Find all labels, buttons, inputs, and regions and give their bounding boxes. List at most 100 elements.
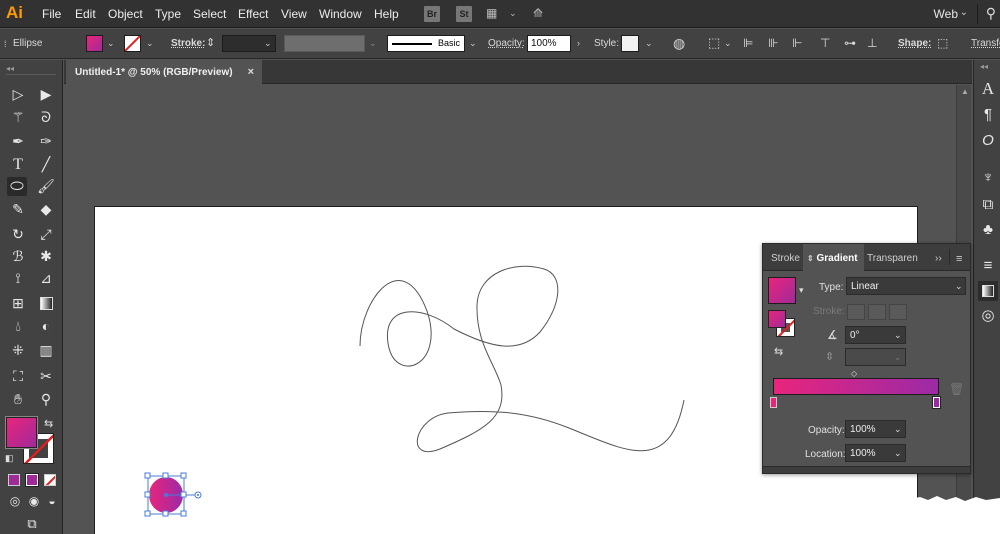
curvature-tool-icon[interactable]: ✑	[36, 132, 56, 151]
lasso-tool-icon[interactable]: ᘐ	[36, 108, 56, 127]
chevron-down-icon[interactable]: ⌄	[894, 448, 902, 459]
screen-mode-icon[interactable]: ⧉	[22, 514, 42, 533]
collapse-panel-icon[interactable]: ◂◂	[6, 64, 14, 73]
gradient-panel-icon[interactable]	[978, 281, 998, 301]
rotate-tool-icon[interactable]: ↻	[8, 225, 28, 244]
brush-definition[interactable]: Basic	[387, 35, 465, 52]
gradient-type-select[interactable]: Linear	[846, 277, 966, 295]
character-panel-icon[interactable]: A	[978, 79, 998, 99]
hand-tool-icon[interactable]: ✋︎	[8, 390, 28, 409]
eraser-tool-icon[interactable]: ◆	[36, 200, 56, 219]
gradient-tool-icon[interactable]	[36, 294, 56, 313]
stroke-swatch[interactable]	[124, 35, 141, 52]
bridge-button[interactable]: Br	[424, 6, 440, 22]
color-mode-button[interactable]	[8, 474, 20, 486]
mesh-tool-icon[interactable]: ⊞	[8, 294, 28, 313]
transform-label[interactable]: Transfo	[971, 38, 1000, 49]
apply-across-stroke-button[interactable]	[889, 304, 907, 320]
gradient-slider-bar[interactable]	[773, 378, 939, 395]
recolor-artwork-icon[interactable]: ◍	[673, 35, 685, 52]
chevron-down-icon[interactable]: ▾	[799, 285, 804, 296]
chevron-down-icon[interactable]: ⌄	[894, 330, 902, 341]
gradient-stop-end[interactable]	[932, 396, 941, 409]
opacity-label[interactable]: Opacity:	[488, 38, 525, 49]
shape-label[interactable]: Shape:	[898, 38, 931, 49]
menu-view[interactable]: View	[281, 7, 307, 21]
none-mode-button[interactable]	[44, 474, 56, 486]
tab-gradient[interactable]: ⇕ Gradient	[803, 244, 864, 271]
gpu-performance-icon[interactable]: ⟰	[533, 6, 543, 20]
direct-selection-tool-icon[interactable]: ▶	[36, 85, 56, 104]
variable-width-profile[interactable]	[284, 35, 365, 52]
workspace-switcher[interactable]: Web	[934, 7, 958, 21]
chevron-down-icon[interactable]: ⌄	[960, 7, 968, 18]
brushes-panel-icon[interactable]: ♣	[978, 220, 998, 240]
align-center-icon[interactable]: ⊪	[768, 36, 778, 50]
panel-resize-bar[interactable]	[763, 466, 970, 473]
chevron-down-icon[interactable]: ⌄	[146, 38, 154, 49]
opentype-panel-icon[interactable]: O	[978, 131, 998, 151]
paragraph-panel-icon[interactable]: ¶	[978, 105, 998, 125]
blend-tool-icon[interactable]: ◐	[36, 317, 56, 336]
arrange-documents-icon[interactable]: ▦	[486, 6, 497, 20]
trash-icon[interactable]: 🗑︎	[949, 382, 964, 396]
align-bottom-icon[interactable]: ⊥	[867, 36, 877, 50]
fill-swatch[interactable]	[86, 35, 103, 52]
swap-fill-stroke-icon[interactable]: ⇆	[44, 417, 53, 430]
align-top-icon[interactable]: ⊤	[820, 36, 830, 50]
opacity-input[interactable]: 100%	[527, 35, 571, 52]
tab-stroke[interactable]: Stroke	[771, 244, 800, 271]
midpoint-diamond-icon[interactable]: ◇	[851, 369, 857, 378]
draw-inside-icon[interactable]: ◒	[42, 492, 62, 511]
align-to-icon[interactable]: ⬚	[708, 35, 720, 51]
align-left-icon[interactable]: ⊫	[743, 36, 753, 50]
type-tool-icon[interactable]: T	[8, 155, 28, 174]
menu-object[interactable]: Object	[108, 7, 143, 21]
libraries-panel-icon[interactable]: ⧉	[978, 195, 998, 215]
align-middle-icon[interactable]: ⊶	[844, 36, 856, 50]
stroke-panel-icon[interactable]: ≡	[978, 256, 998, 276]
pen-tool-icon[interactable]: ✒	[8, 132, 28, 151]
fill-color-box[interactable]	[5, 416, 38, 449]
chevron-down-icon[interactable]: ⌄	[894, 424, 902, 435]
selection-tool-icon[interactable]: ▷	[8, 85, 28, 104]
apply-along-stroke-button[interactable]	[868, 304, 886, 320]
artboard-tool-icon[interactable]: ⛶	[8, 367, 28, 386]
chevron-down-icon[interactable]: ⌄	[509, 8, 517, 19]
chevron-right-icon[interactable]: ›	[577, 38, 580, 48]
stroke-label[interactable]: Stroke:	[171, 38, 205, 49]
gradient-fill-box[interactable]	[768, 310, 786, 328]
symbol-sprayer-tool-icon[interactable]: ⁜	[8, 341, 28, 360]
chevron-down-icon[interactable]: ⌄	[369, 38, 377, 49]
default-fill-stroke-icon[interactable]: ◧	[5, 453, 14, 464]
chevron-down-icon[interactable]: ⌄	[894, 352, 902, 363]
warp-tool-icon[interactable]: ℬ	[8, 247, 28, 266]
more-tabs-icon[interactable]: ››	[935, 244, 942, 271]
selected-ellipse[interactable]	[144, 472, 202, 517]
scale-tool-icon[interactable]: ⤢	[36, 225, 56, 244]
chevron-down-icon[interactable]: ⌄	[107, 38, 115, 49]
gradient-mode-button[interactable]	[25, 473, 39, 487]
menu-type[interactable]: Type	[155, 7, 181, 21]
perspective-grid-tool-icon[interactable]: ⊿	[36, 269, 56, 288]
menu-edit[interactable]: Edit	[75, 7, 96, 21]
expand-panels-icon[interactable]: ◂◂	[980, 62, 988, 71]
paintbrush-tool-icon[interactable]: 🖌︎	[36, 177, 56, 196]
panel-menu-icon[interactable]: ≡	[956, 244, 962, 271]
menu-select[interactable]: Select	[193, 7, 226, 21]
scroll-up-icon[interactable]: ▲	[961, 87, 969, 96]
slice-tool-icon[interactable]: ✂	[36, 367, 56, 386]
chevron-down-icon[interactable]: ⌄	[264, 38, 272, 49]
column-graph-tool-icon[interactable]: ▥	[36, 341, 56, 360]
ellipse-tool-icon[interactable]: ⬭	[7, 177, 27, 196]
zoom-tool-icon[interactable]: ⚲	[36, 390, 56, 409]
graphic-style-swatch[interactable]	[621, 35, 639, 52]
symbols-panel-icon[interactable]: ♆	[978, 168, 998, 188]
chevron-down-icon[interactable]: ⌄	[724, 38, 732, 49]
shape-options-icon[interactable]: ⬚	[937, 36, 948, 50]
tab-transparency[interactable]: Transparen	[867, 244, 918, 271]
menu-window[interactable]: Window	[319, 7, 362, 21]
reverse-gradient-icon[interactable]: ⇆	[774, 345, 783, 358]
apply-within-stroke-button[interactable]	[847, 304, 865, 320]
chevron-down-icon[interactable]: ⌄	[469, 38, 477, 49]
